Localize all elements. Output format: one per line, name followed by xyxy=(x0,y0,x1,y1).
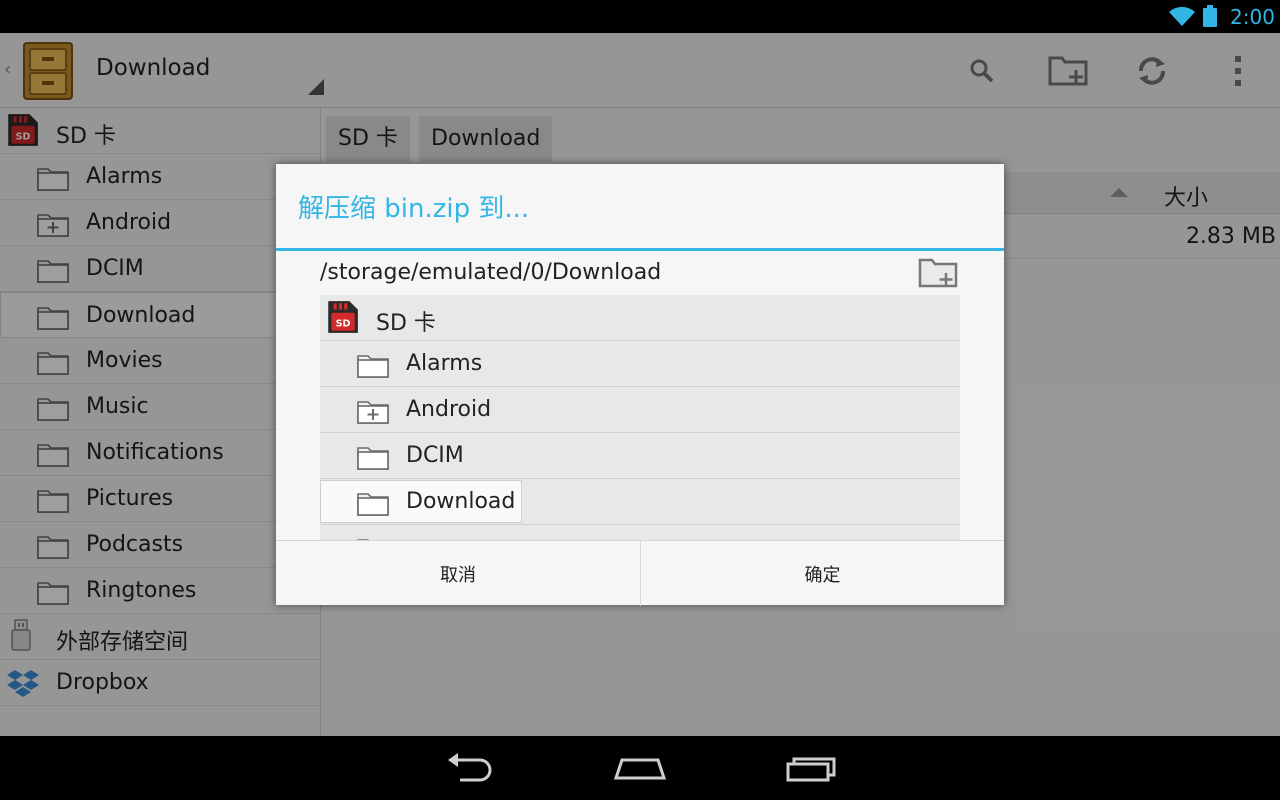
list-item-label: Android xyxy=(406,397,492,422)
list-item-sd-card[interactable]: SD 卡 xyxy=(320,295,960,341)
dialog-title: 解压缩 bin.zip 到... xyxy=(298,194,530,224)
ok-button[interactable]: 确定 xyxy=(640,541,1004,606)
folder-icon xyxy=(356,489,390,517)
dialog-title-divider xyxy=(276,248,1004,251)
destination-path: /storage/emulated/0/Download xyxy=(320,260,662,285)
list-item-label: Alarms xyxy=(406,351,483,376)
new-folder-icon[interactable] xyxy=(918,256,958,290)
list-item-label: DCIM xyxy=(406,443,464,468)
sd-card-icon xyxy=(324,299,360,335)
list-item-dcim[interactable]: DCIM xyxy=(320,433,960,479)
wifi-icon xyxy=(1169,6,1195,26)
list-item-android[interactable]: Android xyxy=(320,387,960,433)
folder-icon xyxy=(356,351,390,379)
list-item-label: SD 卡 xyxy=(376,311,436,336)
list-item-label: Download xyxy=(406,489,516,514)
dialog-button-bar: 取消 确定 xyxy=(276,540,1004,606)
folder-picker-list[interactable]: SD 卡 Alarms Android DCIM Download xyxy=(320,295,960,540)
folder-icon xyxy=(356,443,390,471)
list-item-alarms[interactable]: Alarms xyxy=(320,341,960,387)
recent-apps-icon[interactable] xyxy=(782,750,842,786)
folder-plus-icon xyxy=(356,397,390,425)
battery-icon xyxy=(1203,5,1217,27)
list-item-partial[interactable] xyxy=(320,525,960,540)
extract-dialog: 解压缩 bin.zip 到... /storage/emulated/0/Dow… xyxy=(276,164,1004,606)
home-icon[interactable] xyxy=(610,750,670,786)
status-bar: 2:00 xyxy=(0,0,1280,33)
status-clock: 2:00 xyxy=(1230,5,1275,29)
list-item-download[interactable]: Download xyxy=(320,479,960,525)
cancel-button[interactable]: 取消 xyxy=(276,541,640,606)
back-icon[interactable] xyxy=(440,750,500,786)
navigation-bar xyxy=(0,736,1280,800)
